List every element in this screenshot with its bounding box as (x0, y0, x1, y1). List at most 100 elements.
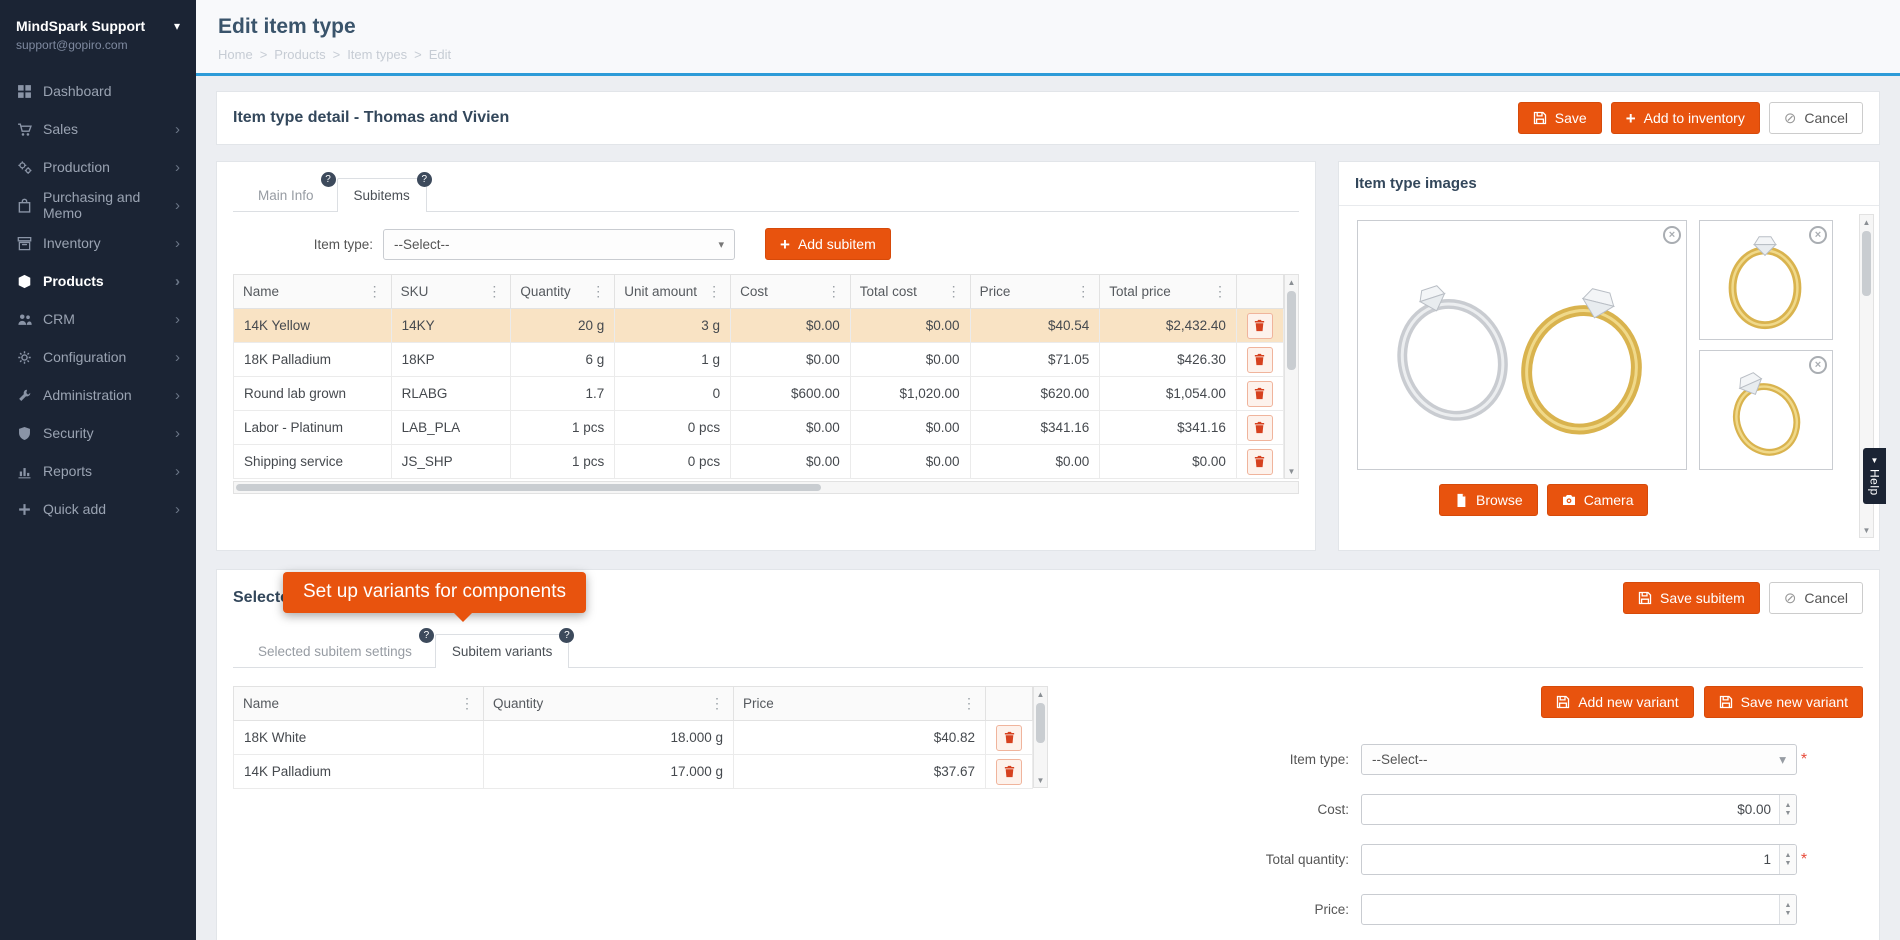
delete-row-button[interactable] (1246, 380, 1273, 407)
camera-button[interactable]: Camera (1546, 484, 1649, 516)
sidebar-item-inventory[interactable]: Inventory › (0, 224, 196, 262)
price-input[interactable] (1362, 895, 1779, 924)
horizontal-scrollbar[interactable] (233, 481, 1299, 494)
column-menu-icon[interactable]: ⋮ (487, 283, 501, 300)
item-image-thumb[interactable]: × (1699, 220, 1833, 340)
scroll-down-icon[interactable]: ▼ (1285, 464, 1298, 478)
spin-down-icon[interactable]: ▼ (1785, 860, 1792, 868)
spin-down-icon[interactable]: ▼ (1785, 910, 1792, 918)
sidebar-item-sales[interactable]: Sales › (0, 110, 196, 148)
spin-up-icon[interactable]: ▲ (1785, 802, 1792, 810)
vertical-scrollbar[interactable]: ▲ ▼ (1284, 274, 1299, 479)
delete-row-button[interactable] (1246, 414, 1273, 441)
delete-row-button[interactable] (1246, 448, 1273, 475)
scrollbar-thumb[interactable] (1036, 703, 1045, 743)
add-subitem-button[interactable]: + Add subitem (765, 228, 891, 260)
delete-row-button[interactable] (996, 724, 1022, 751)
item-type-select[interactable]: --Select-- ▾ (383, 228, 735, 260)
add-new-variant-button[interactable]: Add new variant (1541, 686, 1694, 718)
scrollbar-thumb[interactable] (1862, 231, 1871, 296)
cancel-subitem-button[interactable]: ⊘ Cancel (1768, 582, 1863, 614)
spin-down-icon[interactable]: ▼ (1785, 810, 1792, 818)
question-badge-icon[interactable]: ? (418, 628, 434, 643)
scrollbar-thumb[interactable] (236, 484, 822, 491)
tab-subitem-variants[interactable]: Subitem variants ? (434, 628, 575, 668)
sidebar-item-production[interactable]: Production › (0, 148, 196, 186)
table-row[interactable]: 18K White 18.000 g $40.82 (233, 720, 1033, 755)
sidebar-item-reports[interactable]: Reports › (0, 452, 196, 490)
table-row[interactable]: 18K Palladium 18KP 6 g 1 g $0.00 $0.00 $… (233, 342, 1285, 377)
scroll-down-icon[interactable]: ▼ (1860, 523, 1873, 537)
tab-main-info[interactable]: Main Info ? (241, 172, 336, 211)
column-menu-icon[interactable]: ⋮ (947, 283, 961, 300)
add-to-inventory-label: Add to inventory (1643, 110, 1745, 126)
variant-item-type-select[interactable]: --Select-- ▾ (1361, 744, 1797, 775)
scroll-down-icon[interactable]: ▼ (1034, 773, 1047, 787)
cost-input[interactable] (1362, 795, 1779, 824)
sidebar-item-crm[interactable]: CRM › (0, 300, 196, 338)
add-to-inventory-button[interactable]: + Add to inventory (1610, 102, 1760, 134)
item-image-main[interactable]: × (1357, 220, 1687, 470)
save-button[interactable]: Save (1517, 102, 1602, 134)
scroll-up-icon[interactable]: ▲ (1285, 275, 1298, 289)
breadcrumb-item-types[interactable]: Item types (347, 47, 407, 62)
table-row[interactable]: Shipping service JS_SHP 1 pcs 0 pcs $0.0… (233, 444, 1285, 479)
vertical-scrollbar[interactable]: ▲ ▼ (1033, 686, 1048, 788)
tab-selected-subitem-settings[interactable]: Selected subitem settings ? (241, 628, 434, 667)
spinner[interactable]: ▲ ▼ (1779, 895, 1796, 924)
total-quantity-input[interactable] (1362, 845, 1779, 874)
column-menu-icon[interactable]: ⋮ (962, 695, 976, 712)
scroll-up-icon[interactable]: ▲ (1034, 687, 1047, 701)
tab-subitems[interactable]: Subitems ? (336, 172, 432, 212)
table-row[interactable]: Round lab grown RLABG 1.7 0 $600.00 $1,0… (233, 376, 1285, 411)
remove-image-button[interactable]: × (1809, 226, 1827, 244)
question-badge-icon[interactable]: ? (416, 172, 432, 187)
item-image-thumb[interactable]: × (1699, 350, 1833, 470)
breadcrumb-products[interactable]: Products (274, 47, 325, 62)
column-menu-icon[interactable]: ⋮ (710, 695, 724, 712)
delete-row-button[interactable] (1246, 346, 1273, 373)
sidebar-item-dashboard[interactable]: Dashboard (0, 72, 196, 110)
table-row[interactable]: 14K Yellow 14KY 20 g 3 g $0.00 $0.00 $40… (233, 308, 1285, 343)
save-new-variant-button[interactable]: Save new variant (1703, 686, 1863, 718)
column-menu-icon[interactable]: ⋮ (460, 695, 474, 712)
sidebar-item-quick-add[interactable]: Quick add › (0, 490, 196, 528)
sidebar-item-products[interactable]: Products › (0, 262, 196, 300)
field-label: Cost: (1317, 802, 1349, 817)
sidebar-item-purchasing-and-memo[interactable]: Purchasing and Memo › (0, 186, 196, 224)
column-menu-icon[interactable]: ⋮ (1213, 283, 1227, 300)
column-menu-icon[interactable]: ⋮ (827, 283, 841, 300)
cancel-button[interactable]: ⊘ Cancel (1768, 102, 1863, 134)
column-header: SKU (400, 284, 429, 299)
spin-up-icon[interactable]: ▲ (1785, 902, 1792, 910)
spinner[interactable]: ▲ ▼ (1779, 845, 1796, 874)
scrollbar-thumb[interactable] (1287, 291, 1296, 370)
variants-table: Name ⋮ Quantity ⋮ Price ⋮ 18K White 18.000 … (233, 686, 1033, 789)
spinner[interactable]: ▲ ▼ (1779, 795, 1796, 824)
account-switcher[interactable]: MindSpark Support ▾ support@gopiro.com (0, 0, 196, 64)
sidebar-item-administration[interactable]: Administration › (0, 376, 196, 414)
save-subitem-button[interactable]: Save subitem (1623, 582, 1760, 614)
spin-up-icon[interactable]: ▲ (1785, 852, 1792, 860)
scroll-up-icon[interactable]: ▲ (1860, 215, 1873, 229)
column-menu-icon[interactable]: ⋮ (1076, 283, 1090, 300)
column-menu-icon[interactable]: ⋮ (707, 283, 721, 300)
help-tab[interactable]: ▼ Help (1863, 448, 1886, 504)
table-row[interactable]: Labor - Platinum LAB_PLA 1 pcs 0 pcs $0.… (233, 410, 1285, 445)
table-row[interactable]: 14K Palladium 17.000 g $37.67 (233, 754, 1033, 789)
remove-image-button[interactable]: × (1663, 226, 1681, 244)
chevron-right-icon: › (175, 424, 180, 442)
delete-row-button[interactable] (996, 758, 1022, 785)
column-menu-icon[interactable]: ⋮ (368, 283, 382, 300)
browse-button[interactable]: Browse (1439, 484, 1538, 516)
question-badge-icon[interactable]: ? (320, 172, 336, 187)
main-area: Edit item type Home > Products > Item ty… (196, 0, 1900, 940)
delete-row-button[interactable] (1246, 312, 1273, 339)
cell-total-cost: $0.00 (849, 308, 971, 343)
sidebar-item-configuration[interactable]: Configuration › (0, 338, 196, 376)
remove-image-button[interactable]: × (1809, 356, 1827, 374)
column-menu-icon[interactable]: ⋮ (591, 283, 605, 300)
sidebar-item-security[interactable]: Security › (0, 414, 196, 452)
question-badge-icon[interactable]: ? (559, 628, 575, 643)
breadcrumb-home[interactable]: Home (218, 47, 253, 62)
